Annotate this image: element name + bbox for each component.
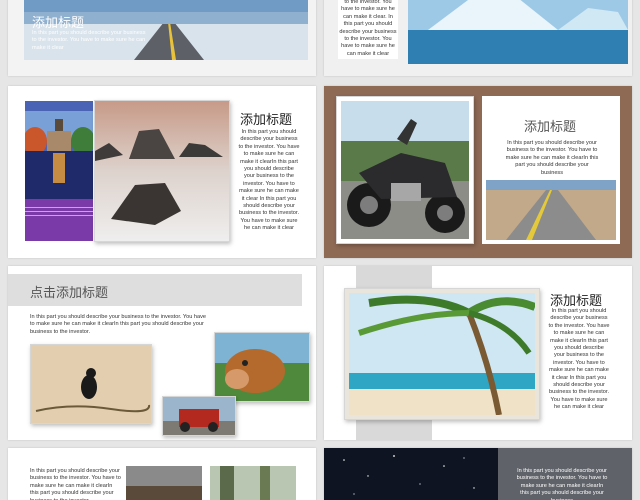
slide-thumbnail-4[interactable]: 添加标题 In this part you should describe yo… (324, 86, 632, 258)
road-photo (486, 180, 616, 240)
bird-photo-frame (30, 344, 152, 424)
palm-beach-photo-frame (344, 288, 540, 420)
slide-thumbnail-1[interactable]: 添加标题 In this part you should describe yo… (8, 0, 316, 76)
photo-frame (94, 100, 230, 242)
slide-body-text: In this part you should describe your bu… (505, 140, 599, 176)
slide-thumbnail-8[interactable]: In this part you should describe your bu… (324, 448, 632, 500)
car-photo-frame (162, 396, 236, 436)
starry-sky-photo (324, 448, 498, 500)
white-text-panel: 添加标题 In this part you should describe yo… (482, 96, 620, 244)
motorcycle-photo-frame (336, 96, 474, 244)
slide-body-text: In this part you should describe your bu… (548, 308, 610, 411)
slide-title: 添加标题 (524, 120, 577, 135)
gray-photo-block (126, 466, 202, 500)
slide-body-text: In this part you should describe your bu… (30, 468, 121, 500)
slide-thumbnail-5[interactable]: 点击添加标题 In this part you should describe … (8, 266, 316, 440)
slide-title: 添加标题 (32, 16, 85, 31)
slide-thumbnail-6[interactable]: 添加标题 In this part you should describe yo… (324, 266, 632, 440)
purple-stripe-block (25, 199, 93, 241)
slide-title: 添加标题 (240, 113, 293, 128)
slide-thumbnail-2[interactable]: to the investor. You have to make sure h… (324, 0, 632, 76)
forest-photo (210, 466, 296, 500)
slide-title: 添加标题 (550, 294, 603, 309)
gray-text-panel: In this part you should describe your bu… (498, 448, 632, 500)
slide-title: 点击添加标题 (30, 286, 109, 301)
slide-body-text: In this part you should describe your bu… (238, 129, 300, 232)
slide-body-text: In this part you should describe your bu… (32, 30, 146, 51)
title-band: 点击添加标题 (8, 274, 302, 306)
slide-body-text: In this part you should describe your bu… (30, 314, 207, 335)
cow-photo-frame (214, 332, 310, 402)
slide-body-text: In this part you should describe your bu… (516, 468, 608, 500)
slide-thumbnail-3[interactable]: 添加标题 In this part you should describe yo… (8, 86, 316, 258)
iceberg-photo (408, 0, 628, 64)
slide-body-text: to the investor. You have to make sure h… (338, 0, 398, 60)
monument-photo (25, 101, 93, 199)
slide-thumbnail-7[interactable]: In this part you should describe your bu… (8, 448, 316, 500)
